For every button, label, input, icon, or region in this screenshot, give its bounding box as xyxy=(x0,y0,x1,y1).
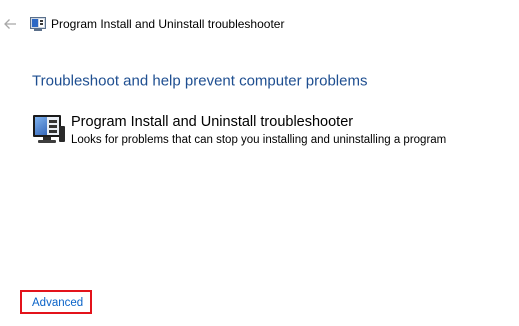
title-bar: Program Install and Uninstall troublesho… xyxy=(0,0,519,34)
troubleshooter-item[interactable]: Program Install and Uninstall troublesho… xyxy=(32,112,502,152)
computer-monitor-icon xyxy=(32,114,66,144)
troubleshooter-window: Program Install and Uninstall troublesho… xyxy=(0,0,519,326)
troubleshooter-icon xyxy=(30,17,46,31)
troubleshooter-description: Looks for problems that can stop you ins… xyxy=(71,134,447,146)
advanced-link[interactable]: Advanced xyxy=(32,297,83,309)
page-heading: Troubleshoot and help prevent computer p… xyxy=(32,72,368,90)
window-title: Program Install and Uninstall troublesho… xyxy=(51,17,285,31)
troubleshooter-title: Program Install and Uninstall troublesho… xyxy=(71,114,354,130)
back-arrow-icon[interactable] xyxy=(3,17,17,31)
